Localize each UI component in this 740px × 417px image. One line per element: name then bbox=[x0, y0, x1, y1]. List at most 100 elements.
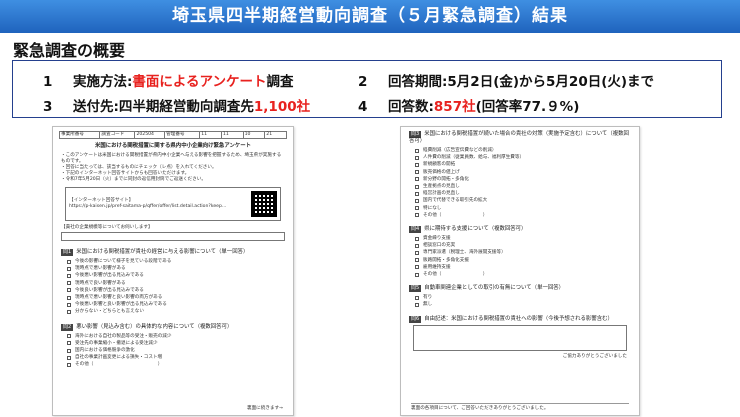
option-row[interactable]: 国内における価格競争の激化 bbox=[67, 347, 279, 354]
option-row[interactable]: 今後悪い影響と良い影響が出る見込みである bbox=[67, 301, 279, 308]
option-row[interactable]: その他（ ） bbox=[415, 271, 625, 278]
checkbox[interactable] bbox=[415, 177, 419, 182]
intro-note: ・このアンケートは米国における関税措置が県内中小企業へ与える影響を把握するため、… bbox=[61, 153, 282, 164]
free-text-box[interactable] bbox=[413, 324, 627, 351]
option-row[interactable]: その他（ ） bbox=[67, 361, 279, 368]
checkbox[interactable] bbox=[415, 272, 419, 277]
checkbox[interactable] bbox=[67, 355, 71, 360]
question-2-options: 海外における自社の製品等の受注・販売の減少 受注先の事業縮小・撤退による受注減少… bbox=[67, 333, 279, 369]
option-label: 新規顧客の開拓 bbox=[423, 162, 456, 168]
question-title: 米国における関税措置が続いた場合の貴社の対策（実施予定含む）について（複数回答可… bbox=[409, 131, 629, 144]
checkbox[interactable] bbox=[67, 348, 71, 353]
checkbox[interactable] bbox=[67, 363, 71, 368]
checkbox[interactable] bbox=[67, 266, 71, 271]
banner-title: 埼玉県四半期経営動向調査（５月緊急調査）結果 bbox=[172, 6, 568, 26]
option-row[interactable]: 新分野の開拓・多角化 bbox=[415, 176, 625, 183]
summary-item-value: (回答率77.９%) bbox=[475, 99, 580, 115]
questionnaire-page-back: 問3 米国における関税措置が続いた場合の貴社の対策（実施予定含む）について（複数回… bbox=[400, 126, 640, 416]
option-row[interactable]: 資金繰り支援 bbox=[415, 235, 625, 242]
summary-item-value: 調査 bbox=[266, 74, 294, 90]
option-row[interactable]: 生産拠点の見直し bbox=[415, 183, 625, 190]
summary-item-responses: 4 回答数:857社(回答率77.９%) bbox=[358, 95, 579, 115]
option-row[interactable]: 国内で代替できる取引先の拡大 bbox=[415, 197, 625, 204]
option-row[interactable]: 受注先の事業縮小・撤退による受注減少 bbox=[67, 340, 279, 347]
option-label: 受注先の事業縮小・撤退による受注減少 bbox=[75, 340, 158, 346]
checkbox[interactable] bbox=[67, 274, 71, 278]
checkbox[interactable] bbox=[415, 148, 419, 153]
section-title: 緊急調査の概要 bbox=[13, 41, 126, 60]
option-label: 専門家派遣（税理士、海外展開支援等） bbox=[423, 250, 506, 256]
option-row[interactable]: 自社の事業計画変更による損失・コスト増 bbox=[67, 354, 279, 361]
summary-item-value-highlight: 書面によるアンケート bbox=[132, 74, 267, 90]
option-row[interactable]: 有り bbox=[415, 294, 625, 301]
option-row[interactable]: 経費削減（広告宣伝費などの削減） bbox=[415, 147, 625, 154]
checkbox[interactable] bbox=[67, 288, 71, 293]
option-row[interactable]: 人件費の削減（従業員数、給与、福利厚生費等） bbox=[415, 154, 625, 161]
summary-item-number: 2 bbox=[358, 74, 368, 90]
checkbox[interactable] bbox=[415, 213, 419, 218]
checkbox[interactable] bbox=[67, 334, 71, 339]
summary-item-value-highlight: 1,100社 bbox=[253, 99, 311, 115]
option-label: 経営計画の見直し bbox=[423, 191, 460, 197]
option-label: 国内における価格競争の激化 bbox=[75, 348, 135, 354]
checkbox[interactable] bbox=[415, 251, 419, 256]
option-row[interactable]: 今後良い影響が出る見込みである bbox=[67, 287, 279, 294]
option-row[interactable]: 今後悪い影響が出る見込みである bbox=[67, 272, 279, 279]
option-row[interactable]: 現時点で良い影響がある bbox=[67, 280, 279, 287]
checkbox[interactable] bbox=[67, 295, 71, 300]
question-number-badge: 問4 bbox=[409, 226, 422, 234]
option-row[interactable]: 特になし bbox=[415, 205, 625, 212]
option-row[interactable]: その他（ ） bbox=[415, 212, 625, 219]
option-row[interactable]: 分からない・どちらとも言えない bbox=[67, 308, 279, 315]
option-row[interactable]: 経営計画の見直し bbox=[415, 190, 625, 197]
summary-item-label: 回答期間: bbox=[388, 74, 448, 90]
option-row[interactable]: 今後の影響について様子を見ている段階である bbox=[67, 258, 279, 265]
option-label: 現時点で悪い影響がある bbox=[75, 266, 126, 272]
option-row[interactable]: 専門家派遣（税理士、海外展開支援等） bbox=[415, 249, 625, 256]
question-5-options: 有り 無し bbox=[415, 294, 625, 308]
checkbox[interactable] bbox=[415, 184, 419, 189]
checkbox[interactable] bbox=[415, 243, 419, 248]
option-label: 今後良い影響が出る見込みである bbox=[75, 287, 144, 293]
checkbox[interactable] bbox=[415, 163, 419, 167]
option-row[interactable]: 雇用維持支援 bbox=[415, 264, 625, 271]
option-label: 今後の影響について様子を見ている段階である bbox=[75, 259, 172, 264]
checkbox[interactable] bbox=[415, 206, 419, 211]
option-row[interactable]: 相談窓口の充実 bbox=[415, 242, 625, 249]
option-label: 国内で代替できる取引先の拡大 bbox=[423, 198, 488, 204]
option-row[interactable]: 海外における自社の製品等の受注・販売の減少 bbox=[67, 333, 279, 340]
option-label: 販売価格の値上げ bbox=[423, 169, 460, 175]
checkbox[interactable] bbox=[415, 295, 419, 300]
header-cell: 202504 bbox=[135, 132, 166, 138]
question-title: 米国における関税措置が貴社の経営に与える影響について（単一回答） bbox=[76, 249, 249, 255]
summary-box: 1 実施方法:書面によるアンケート調査 2 回答期間:5月2日(金)から5月20日(… bbox=[12, 60, 722, 118]
checkbox[interactable] bbox=[415, 155, 419, 160]
web-answer-url[interactable]: https://p-kaisen.jp/pref-saitama-p/qffer… bbox=[69, 204, 251, 210]
option-row[interactable]: 現時点で悪い影響がある bbox=[67, 265, 279, 272]
checkbox[interactable] bbox=[67, 341, 71, 346]
option-label: 海外における自社の製品等の受注・販売の減少 bbox=[75, 333, 172, 339]
checkbox[interactable] bbox=[67, 281, 71, 286]
checkbox[interactable] bbox=[415, 265, 419, 270]
checkbox[interactable] bbox=[67, 310, 71, 315]
checkbox[interactable] bbox=[415, 258, 419, 263]
question-2: 問2 悪い影響（見込み含む）の具体的な内容について（複数回答可） bbox=[61, 323, 285, 331]
option-row[interactable]: 新規顧客の開拓 bbox=[415, 161, 625, 168]
checkbox[interactable] bbox=[415, 191, 419, 196]
checkbox[interactable] bbox=[415, 303, 419, 308]
option-row[interactable]: 販売価格の値上げ bbox=[415, 169, 625, 176]
option-row[interactable]: 販路開拓・多角化支援 bbox=[415, 257, 625, 264]
option-row[interactable]: 無し bbox=[415, 301, 625, 308]
checkbox[interactable] bbox=[415, 199, 419, 204]
question-title: 自由記述：米国における関税措置の貴社への影響（今後予想される影響含む） bbox=[424, 315, 613, 322]
option-label: 資金繰り支援 bbox=[423, 236, 451, 242]
checkbox[interactable] bbox=[67, 259, 71, 264]
checkbox[interactable] bbox=[415, 236, 419, 241]
question-4: 問4 県に期待する支援について（複数回答可） bbox=[409, 226, 631, 234]
summary-item-number: 1 bbox=[43, 74, 53, 90]
option-row[interactable]: 現時点で悪い影響と良い影響の両方がある bbox=[67, 294, 279, 301]
summary-item-number: 4 bbox=[358, 99, 368, 115]
checkbox[interactable] bbox=[415, 170, 419, 175]
question-1: 問1 米国における関税措置が貴社の経営に与える影響について（単一回答） bbox=[61, 249, 285, 256]
checkbox[interactable] bbox=[67, 302, 71, 307]
